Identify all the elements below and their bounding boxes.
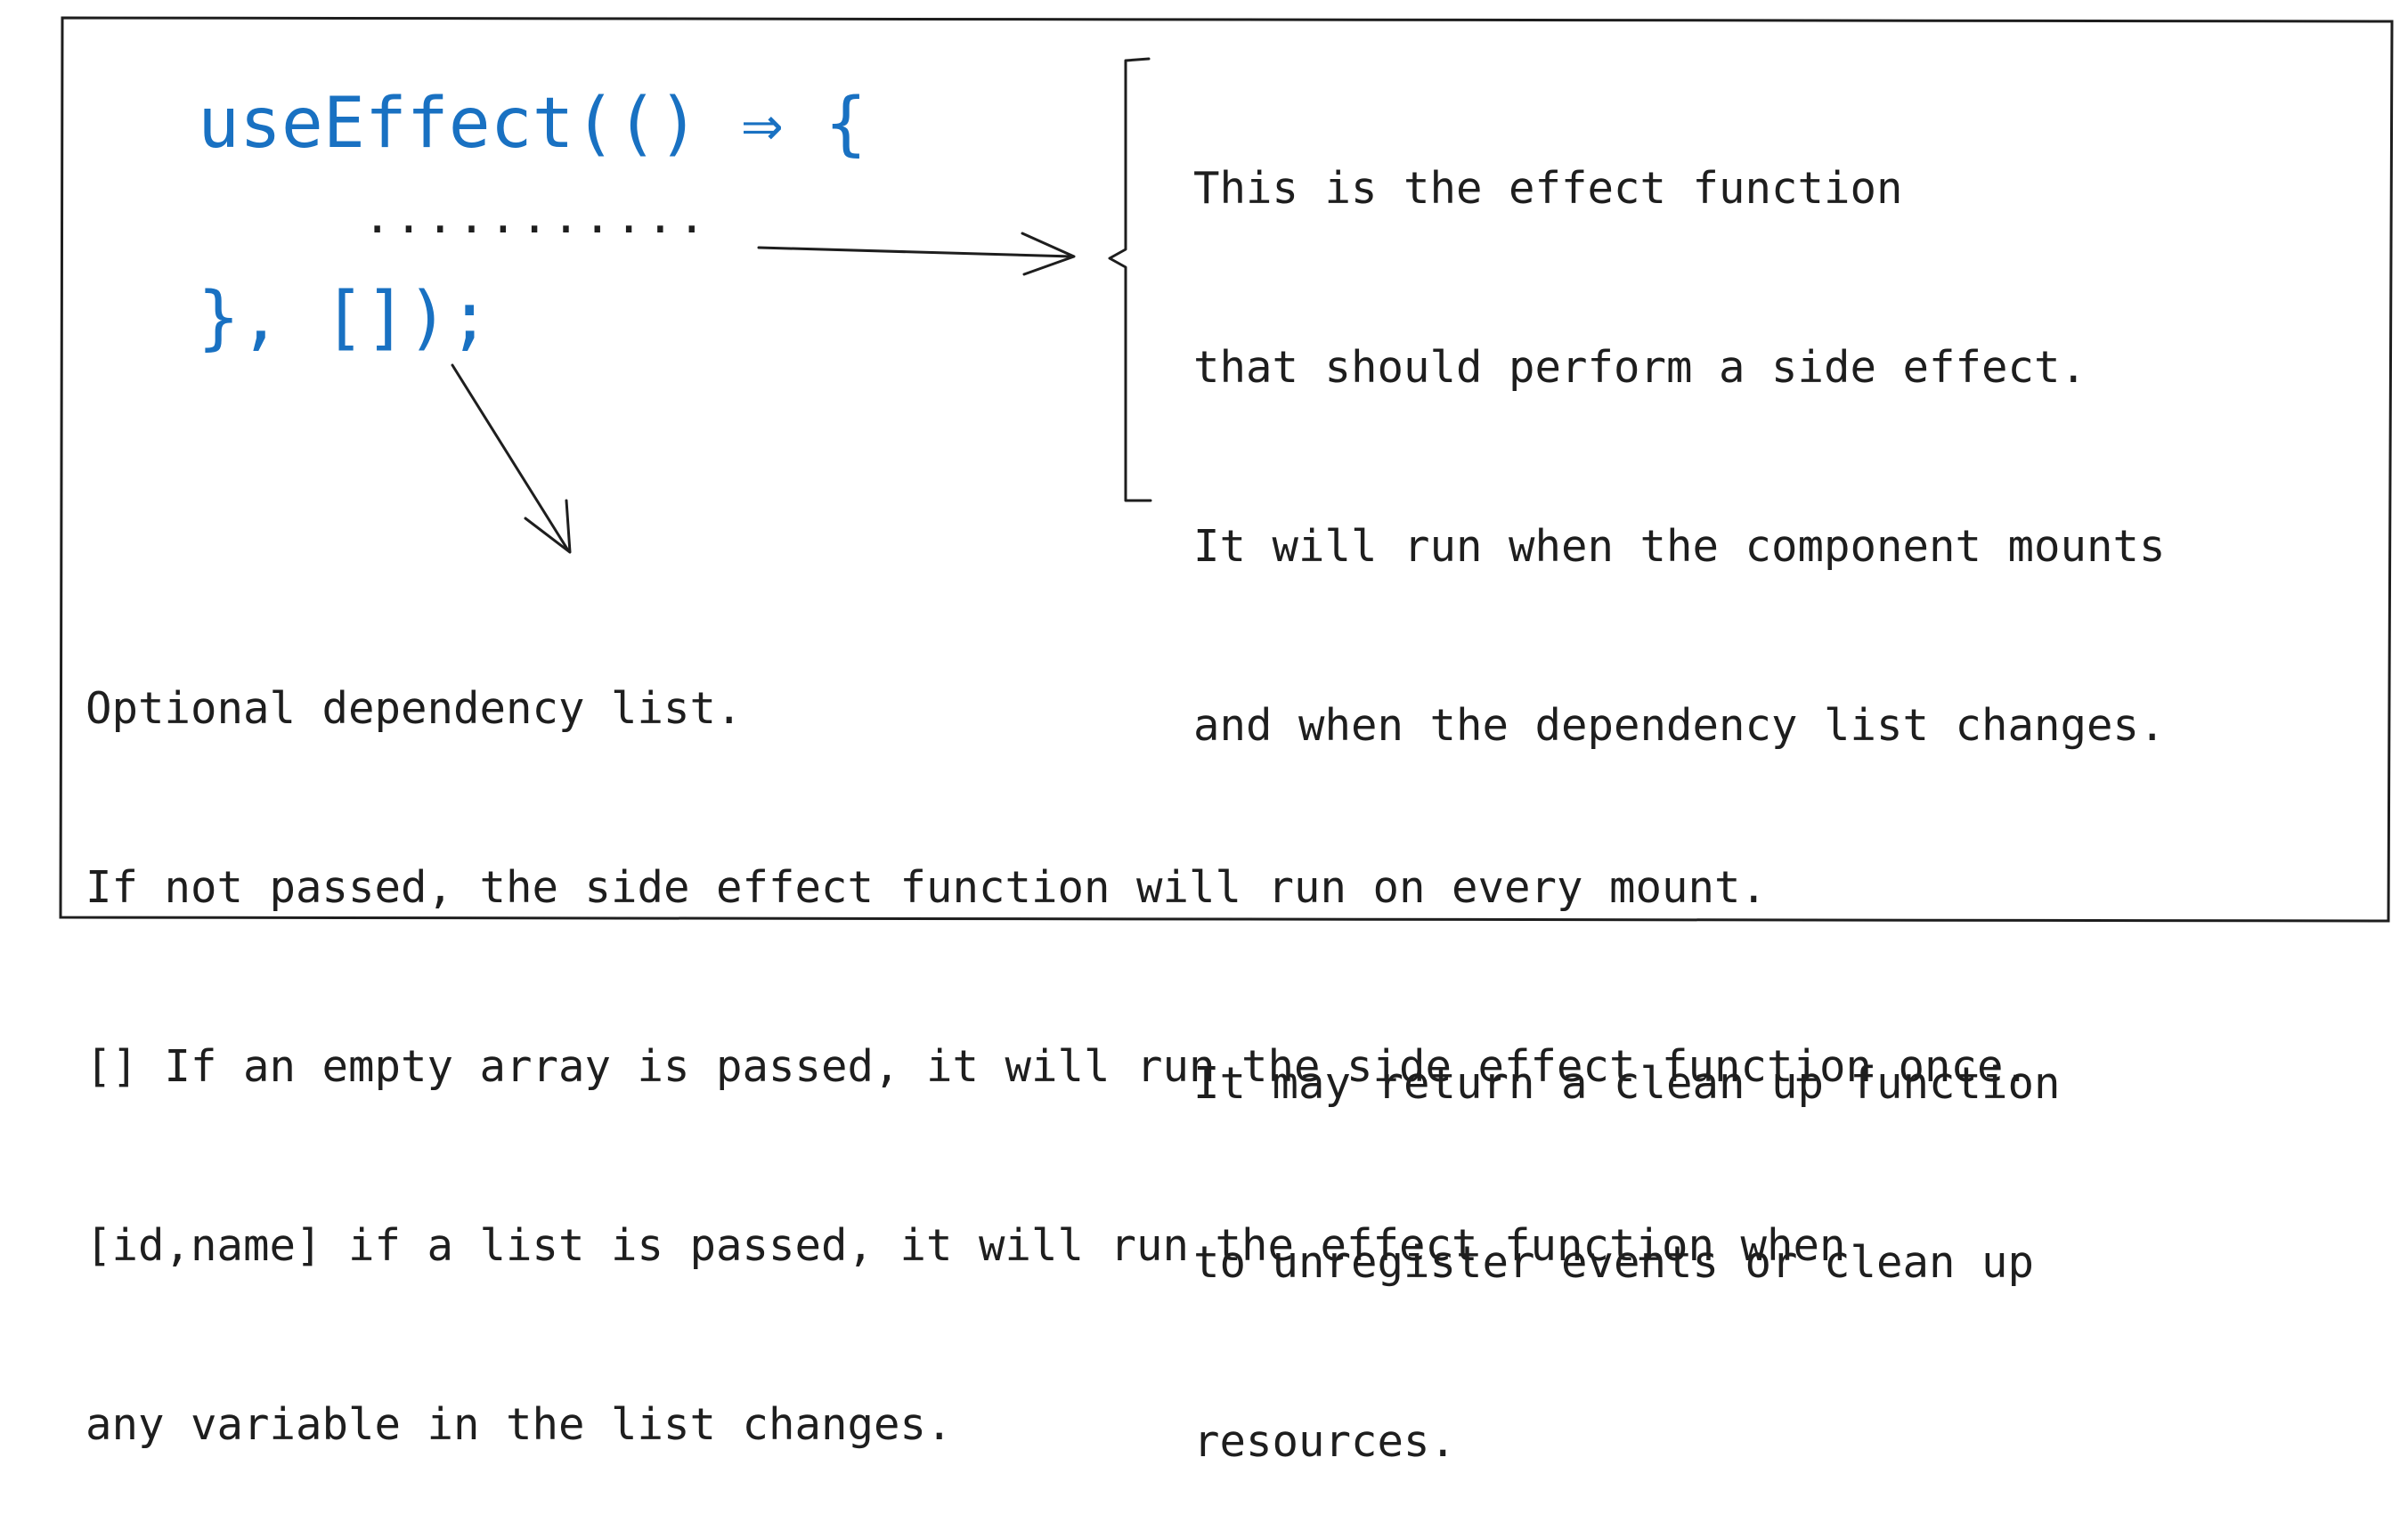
arrowhead-dependency-note bbox=[524, 499, 572, 554]
arrow-to-dependency-note bbox=[451, 363, 570, 552]
note-line: This is the effect function bbox=[1193, 163, 1903, 214]
note-line: any variable in the list changes. bbox=[85, 1399, 953, 1450]
arrowhead-effect-note bbox=[1021, 232, 1076, 276]
code-line-useeffect: useEffect(() ⇒ { bbox=[198, 84, 867, 164]
arrow-to-effect-note bbox=[757, 246, 1074, 258]
note-line: Optional dependency list. bbox=[85, 683, 743, 734]
curly-brace bbox=[1108, 57, 1152, 502]
note-line: If not passed, the side effect function … bbox=[85, 862, 1768, 913]
note-line: that should perform a side effect. bbox=[1193, 342, 2087, 393]
note-line: [id,name] if a list is passed, it will r… bbox=[85, 1220, 1846, 1271]
note-line: [] If an empty array is passed, it will … bbox=[85, 1041, 2030, 1092]
code-placeholder-dots: ........... bbox=[363, 191, 710, 244]
code-line-dependency-array: }, []); bbox=[198, 278, 491, 358]
dependency-list-note: Optional dependency list. If not passed,… bbox=[85, 559, 2030, 1514]
